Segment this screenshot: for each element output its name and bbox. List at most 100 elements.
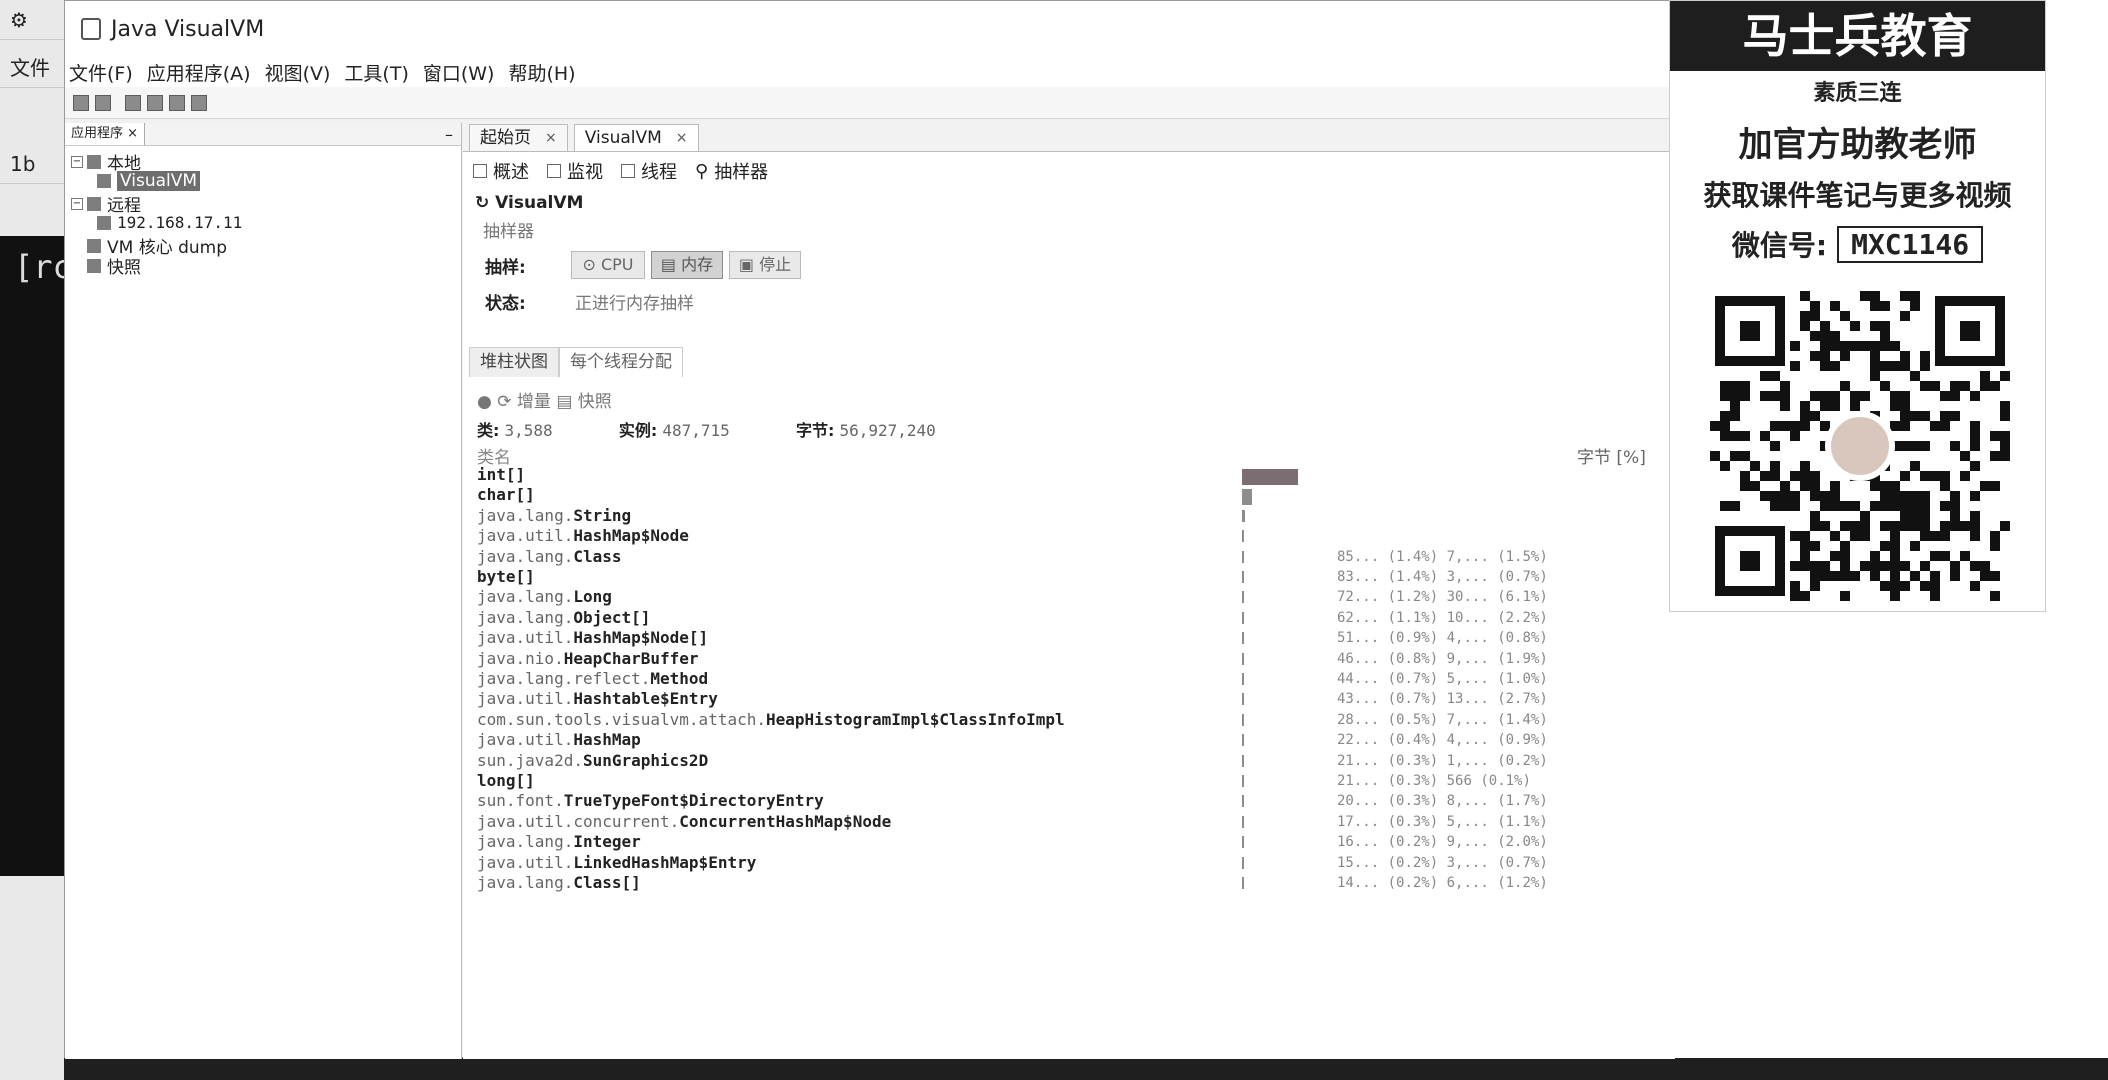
bytes-bar [1242,489,1252,506]
java-app-icon [97,174,111,188]
table-row[interactable]: long[] [477,771,535,791]
terminal-tab-label[interactable]: 1b [0,144,64,184]
collapse-icon[interactable]: − [71,197,83,210]
tab-heap-histogram[interactable]: 堆柱状图 [469,347,559,377]
close-icon[interactable]: × [545,125,557,151]
row-stats: 62... (1.1%) 10... (2.2%) [1337,609,1548,626]
title-bar: Java VisualVM [65,1,1673,57]
table-row[interactable]: java.util.LinkedHashMap$Entry [477,853,756,873]
row-stats: 72... (1.2%) 30... (6.1%) [1337,589,1548,606]
table-row[interactable]: java.lang.Integer [477,832,641,852]
table-row[interactable]: java.lang.Class [477,547,622,567]
collapse-icon[interactable]: − [71,155,83,168]
table-row[interactable]: java.util.Hashtable$Entry [477,689,718,709]
row-package: java.lang. [477,832,574,852]
table-row[interactable]: java.nio.HeapCharBuffer [477,649,699,669]
table-row[interactable]: java.lang.Class[] [477,873,641,893]
promo-line1: 素质三连 [1813,81,1902,106]
table-row[interactable]: char[] [477,485,535,505]
subtab-threads[interactable]: 线程 [621,158,677,184]
qr-code-image [1710,291,2010,601]
visualvm-window: Java VisualVM 文件(F) 应用程序(A) 视图(V) 工具(T) … [64,0,1675,1059]
bytes-bar [1242,652,1244,665]
view-subtabs: 概述 监视 线程 ⚲ 抽样器 [463,157,786,185]
row-stats: 44... (0.7%) 5,... (1.0%) [1337,671,1548,687]
row-stats: 85... (1.4%) 7,... (1.5%) [1337,548,1548,565]
table-row[interactable]: java.util.concurrent.ConcurrentHashMap$N… [477,812,891,832]
table-row[interactable]: java.lang.Long [477,587,612,607]
overview-icon [473,164,487,178]
row-classname: byte[] [477,567,535,586]
table-row[interactable]: java.lang.reflect.Method [477,669,708,689]
row-classname: Method [650,669,709,688]
bytes-bar [1242,469,1298,485]
table-row[interactable]: java.util.HashMap$Node [477,526,689,546]
tab-visualvm[interactable]: VisualVM × [573,124,699,151]
row-package: java.util. [477,852,574,872]
tree-item-visualvm[interactable]: VisualVM [97,171,201,191]
record-icon[interactable]: ● [477,392,492,412]
menu-window[interactable]: 窗口(W) [423,59,495,86]
row-package: sun.java2d. [477,750,583,770]
bytes-bar [1242,591,1244,604]
row-package: java.util. [477,526,574,546]
results-toolbar: ● ⟳ 增量 ▤ 快照 [477,387,612,412]
column-bytes[interactable]: 字节 [%] [1577,443,1646,468]
bytes-bar [1242,571,1244,583]
menu-tools[interactable]: 工具(T) [344,59,408,86]
tree-item-snapshots[interactable]: 快照 [87,253,141,278]
subtab-sampler[interactable]: ⚲ 抽样器 [695,158,768,184]
add-jmx-icon[interactable] [147,94,163,111]
menu-applications[interactable]: 应用程序(A) [147,59,251,86]
promo-wechat: 微信号: MXC1146 [1670,224,2045,264]
heap-dump-icon[interactable] [169,94,185,111]
menu-view[interactable]: 视图(V) [265,59,331,86]
row-classname: Integer [573,832,641,852]
tab-start-page[interactable]: 起始页 × [469,124,568,151]
terminal-menu-label[interactable]: 文件 [0,48,64,88]
bytes-bar [1242,754,1244,767]
table-row[interactable]: byte[] [477,567,535,587]
row-classname: Hashtable$Entry [573,689,718,709]
bytes-bar [1242,673,1244,685]
menu-file[interactable]: 文件(F) [69,59,133,86]
row-stats: 21... (0.3%) 566 (0.1%) [1337,773,1531,789]
close-icon[interactable]: × [127,126,138,141]
table-row[interactable]: com.sun.tools.visualvm.attach.HeapHistog… [477,710,1065,730]
subtab-monitor[interactable]: 监视 [547,158,603,184]
snapshot-icon[interactable] [191,94,207,111]
stop-button[interactable]: ▣ 停止 [729,251,801,279]
open-icon[interactable] [73,94,89,111]
save-icon[interactable] [95,94,111,111]
applications-tab[interactable]: 应用程序 × [65,123,146,145]
table-row[interactable]: java.util.HashMap$Node[] [477,628,708,648]
delta-button[interactable]: 增量 [517,392,551,412]
snapshot-button[interactable]: ▤ 快照 [556,392,611,412]
row-classname: Class[] [573,873,641,892]
status-label: 状态: [485,294,526,314]
menu-help[interactable]: 帮助(H) [508,59,575,86]
table-row[interactable]: sun.java2d.SunGraphics2D [477,751,708,771]
close-icon[interactable]: × [676,125,688,151]
add-remote-host-icon[interactable] [125,94,141,111]
table-row[interactable]: int[] [477,465,525,485]
table-row[interactable]: java.util.HashMap [477,730,641,750]
cpu-button[interactable]: ⊙ CPU [571,251,645,279]
tab-per-thread-allocations[interactable]: 每个线程分配 [559,347,683,377]
threads-icon [621,164,635,178]
bytes-bar [1242,611,1244,624]
row-stats: 22... (0.4%) 4,... (0.9%) [1337,732,1548,749]
row-classname: HeapHistogramImpl$ClassInfoImpl [765,709,1065,729]
bytes-bar [1242,815,1244,828]
row-stats: 20... (0.3%) 8,... (1.7%) [1337,793,1548,810]
refresh-icon[interactable]: ⟳ [497,392,517,412]
tree-item-remote-host[interactable]: 192.168.17.11 [97,213,242,232]
memory-button[interactable]: ▤ 内存 [651,251,723,279]
minimize-icon[interactable]: – [445,125,453,144]
table-row[interactable]: java.lang.String [477,506,631,526]
subtab-overview[interactable]: 概述 [473,158,529,184]
table-row[interactable]: sun.font.TrueTypeFont$DirectoryEntry [477,791,824,811]
applications-panel: 应用程序 × – − 本地 VisualVM − 远程 192.168.17.11 … [65,123,462,1059]
row-package: java.lang. [477,873,574,892]
table-row[interactable]: java.lang.Object[] [477,608,650,628]
